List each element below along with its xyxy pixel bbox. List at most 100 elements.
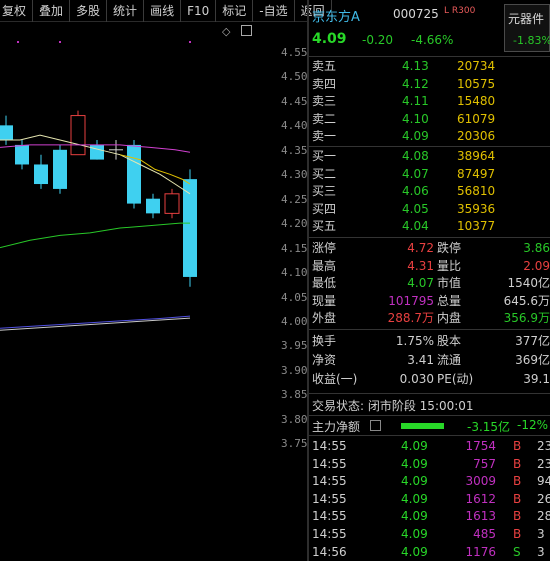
trading-status: 交易状态: 闭市阶段 15:00:01 [312,399,474,413]
mark-button[interactable]: 标记 [216,0,254,22]
sector-name: 元器件 [508,12,545,26]
price-tick-label: 4.10 [281,266,308,280]
stat-value: 39.1 [523,372,550,386]
level-volume: 10575 [457,76,496,91]
multi-stock-button[interactable]: 多股 [70,0,108,22]
divider [309,393,550,394]
stat-value: 356.9万 [503,311,550,326]
price-tick-label: 3.90 [281,363,308,377]
stat-key: 最低 [312,276,337,291]
level-price: 4.13 [402,59,429,73]
price-tick-label: 3.80 [281,412,308,426]
level-label: 买一 [312,149,337,163]
tick-price: 4.09 [401,491,428,506]
restore-rights-button[interactable]: 复权 [0,0,34,22]
stat-value: 101795 [388,293,434,308]
divider [309,146,550,147]
stat-key: PE(动) [437,372,474,386]
tick-row: 14:55 4.09 1612 B 26 [309,491,550,508]
overlay-button[interactable]: 叠加 [33,0,71,22]
level-price: 4.05 [402,201,429,216]
tick-side: B [513,509,522,524]
stat-key: 市值 [437,276,462,291]
tick-time: 14:55 [312,456,347,471]
candlestick-chart[interactable]: ◇ 4.55 4.50 4.45 4.40 4.35 4.30 4.25 4.20 4.15 4.… [0,22,308,561]
level-price: 4.08 [402,149,429,163]
ask-row: 卖一 4.09 20306 [309,128,550,145]
stat-key: 量比 [437,258,462,273]
level-price: 4.12 [402,76,429,91]
stat-key: 现量 [312,293,337,308]
quote-panel: 京东方A 000725 L R300 4.09 -0.20 -4.66% 元器件… [309,0,550,561]
tick-row: 14:55 4.09 1754 B 23 [309,438,550,455]
level-volume: 15480 [457,94,496,108]
tick-row: 14:55 4.09 1613 B 28 [309,508,550,525]
expand-icon[interactable] [370,420,381,431]
tick-volume: 1754 [465,439,496,453]
fundamental-row: 收益(一) 0.030 PE(动) 39.1 [309,371,550,388]
level-label: 卖四 [312,76,337,91]
main-flow-row: 主力净额 -3.15亿 -12% [309,417,550,435]
stat-value: 4.07 [407,276,434,291]
stat-key: 净资 [312,353,337,367]
price-tick-label: 4.45 [281,94,308,108]
tick-volume: 1613 [465,509,496,524]
bid-row: 买四 4.05 35936 [309,201,550,218]
statistics-button[interactable]: 统计 [107,0,145,22]
fundamental-row: 净资 3.41 流通 369亿 [309,352,550,369]
stat-value: 0.030 [399,372,434,386]
tick-count: 3 [537,544,545,559]
tick-row: 14:56 4.09 1176 S 3 [309,544,550,561]
tick-side: B [513,527,522,541]
stat-value: 4.72 [407,241,434,255]
price-tick-label: 3.85 [281,388,308,402]
bid-row: 买二 4.07 87497 [309,166,550,183]
fundamental-row: 换手 1.75% 股本 377亿 [309,333,550,350]
sector-button[interactable]: 元器件 -1.83% [504,4,550,52]
price-change-pct: -4.66% [411,33,454,47]
level-price: 4.04 [402,219,429,233]
level-price: 4.09 [402,129,429,143]
level-price: 4.11 [402,94,429,108]
tick-time: 14:55 [312,439,347,453]
stat-row: 涨停 4.72 跌停 3.86 [309,240,550,257]
main-flow-pct: -12% [517,418,549,432]
tick-time: 14:55 [312,474,347,489]
stat-value: 645.6万 [503,293,550,308]
draw-line-button[interactable]: 画线 [144,0,182,22]
last-price: 4.09 [312,31,347,47]
bid-row: 买一 4.08 38964 [309,148,550,165]
sector-change: -1.83% [513,34,550,47]
stat-value: 3.41 [407,353,434,367]
level-volume: 35936 [457,201,496,216]
f10-button[interactable]: F10 [181,0,217,22]
stat-value: 377亿 [515,334,550,348]
price-tick-label: 4.15 [281,241,308,255]
price-tick-label: 4.50 [281,70,308,84]
remove-watchlist-button[interactable]: -自选 [253,0,295,22]
level-volume: 61079 [457,111,496,126]
stock-name[interactable]: 京东方A [312,6,360,25]
tick-time: 14:55 [312,527,347,541]
price-tick-label: 4.55 [281,46,308,59]
tick-count: 28 [537,509,550,524]
stat-key: 总量 [437,293,462,308]
level-label: 卖一 [312,129,337,143]
tick-price: 4.09 [401,527,428,541]
level-price: 4.06 [402,184,429,198]
stat-key: 最高 [312,258,337,273]
stat-key: 外盘 [312,311,337,326]
tick-price: 4.09 [401,456,428,471]
ask-row: 卖四 4.12 10575 [309,76,550,93]
stat-row: 最高 4.31 量比 2.09 [309,258,550,275]
stat-key: 内盘 [437,311,462,326]
stat-key: 跌停 [437,241,462,255]
divider [309,237,550,238]
tick-time: 14:55 [312,491,347,506]
tick-row: 14:55 4.09 485 B 3 [309,526,550,543]
tick-volume: 757 [473,456,496,471]
stat-key: 股本 [437,334,462,348]
level-label: 买四 [312,201,337,216]
tick-side: B [513,491,522,506]
level-label: 卖二 [312,111,337,126]
